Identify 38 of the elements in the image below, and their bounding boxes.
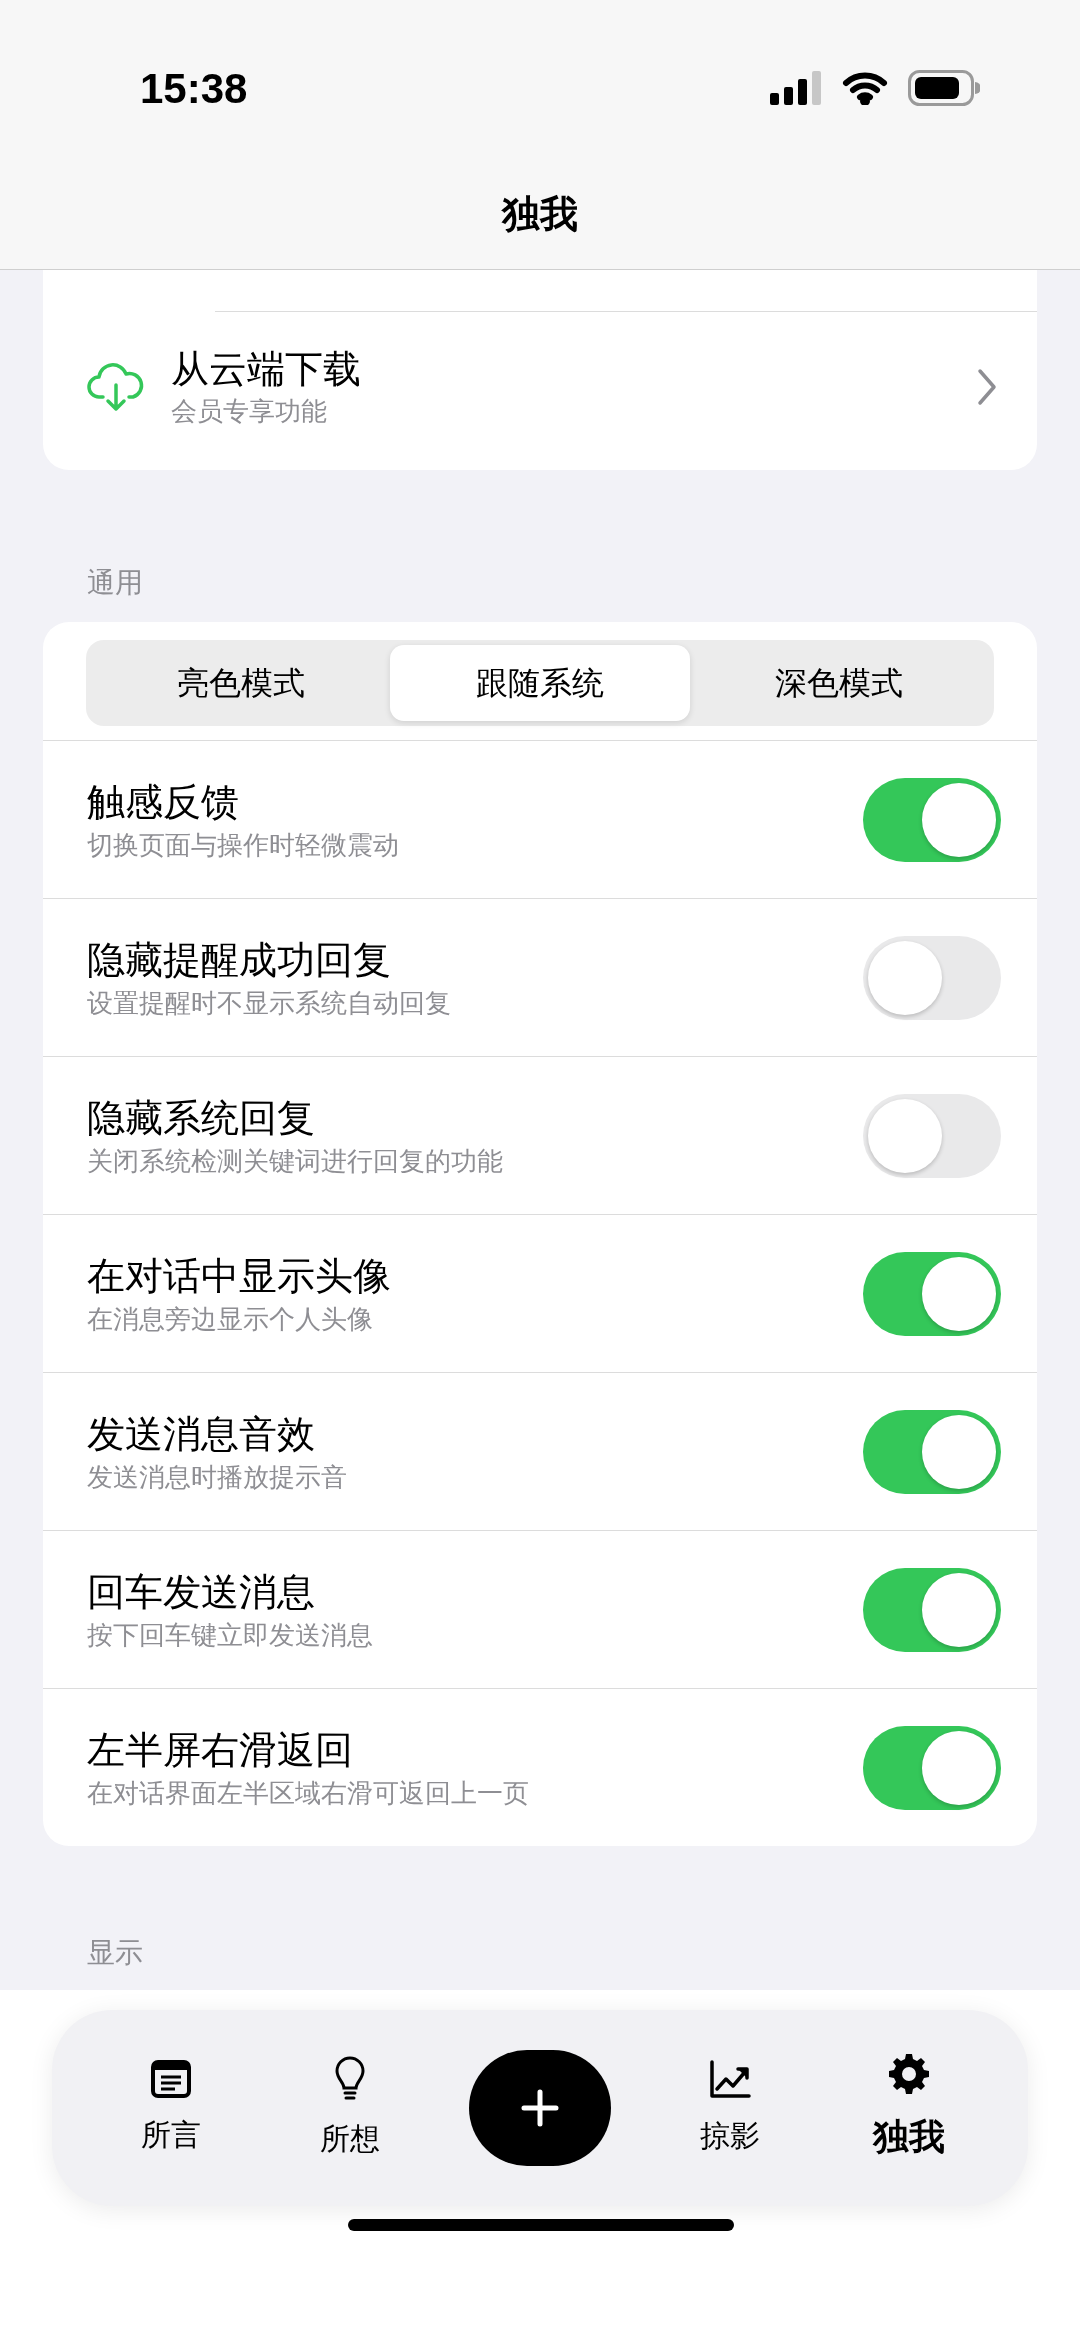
segment-tab[interactable]: 跟随系统 bbox=[390, 645, 690, 721]
chevron-icon bbox=[977, 368, 997, 406]
setting-subtitle: 在消息旁边显示个人头像 bbox=[87, 1302, 373, 1336]
setting-subtitle: 设置提醒时不显示系统自动回复 bbox=[87, 986, 451, 1020]
setting-title: 在对话中显示头像 bbox=[87, 1253, 391, 1299]
setting-subtitle: 发送消息时播放提示音 bbox=[87, 1460, 347, 1494]
row-subtitle: 会员专享功能 bbox=[171, 395, 328, 428]
setting-subtitle: 切换页面与操作时轻微震动 bbox=[87, 828, 399, 862]
setting-title: 隐藏提醒成功回复 bbox=[87, 937, 391, 983]
segment-tab[interactable]: 亮色模式 bbox=[91, 645, 391, 721]
setting-subtitle: 按下回车键立即发送消息 bbox=[87, 1618, 373, 1652]
status-time: 15:38 bbox=[140, 63, 248, 114]
download-row[interactable]: 从云端下载 会员专享功能 bbox=[43, 312, 1037, 462]
document-icon bbox=[151, 2059, 192, 2098]
segment-tab[interactable]: 深色模式 bbox=[689, 645, 989, 721]
section-label: 显示 bbox=[87, 1936, 143, 1970]
setting-title: 触感反馈 bbox=[87, 779, 239, 825]
setting-title: 左半屏右滑返回 bbox=[87, 1727, 353, 1773]
section-label: 通用 bbox=[87, 566, 143, 600]
setting-subtitle: 在对话界面左半区域右滑可返回上一页 bbox=[87, 1776, 529, 1810]
settings-icon bbox=[886, 2052, 931, 2096]
signal-icon bbox=[770, 71, 822, 105]
page-title: 独我 bbox=[502, 192, 578, 237]
setting-subtitle: 关闭系统检测关键词进行回复的功能 bbox=[87, 1144, 503, 1178]
setting-title: 隐藏系统回复 bbox=[87, 1095, 315, 1141]
line-chart-icon bbox=[708, 2058, 751, 2099]
battery-icon bbox=[908, 70, 980, 106]
setting-title: 发送消息音效 bbox=[87, 1411, 315, 1457]
tab-item[interactable]: 所言 bbox=[111, 2059, 232, 2157]
tab-item[interactable]: 独我 bbox=[848, 2052, 969, 2164]
tab-item[interactable]: 所想 bbox=[290, 2055, 411, 2161]
lightbulb-icon bbox=[335, 2055, 366, 2102]
setting-title: 回车发送消息 bbox=[87, 1569, 315, 1615]
cloud-download-icon bbox=[87, 361, 145, 413]
plus-icon bbox=[521, 2089, 559, 2127]
tab-item[interactable]: 掠影 bbox=[669, 2058, 790, 2158]
row-title: 从云端下载 bbox=[171, 347, 362, 392]
wifi-icon bbox=[842, 71, 888, 105]
